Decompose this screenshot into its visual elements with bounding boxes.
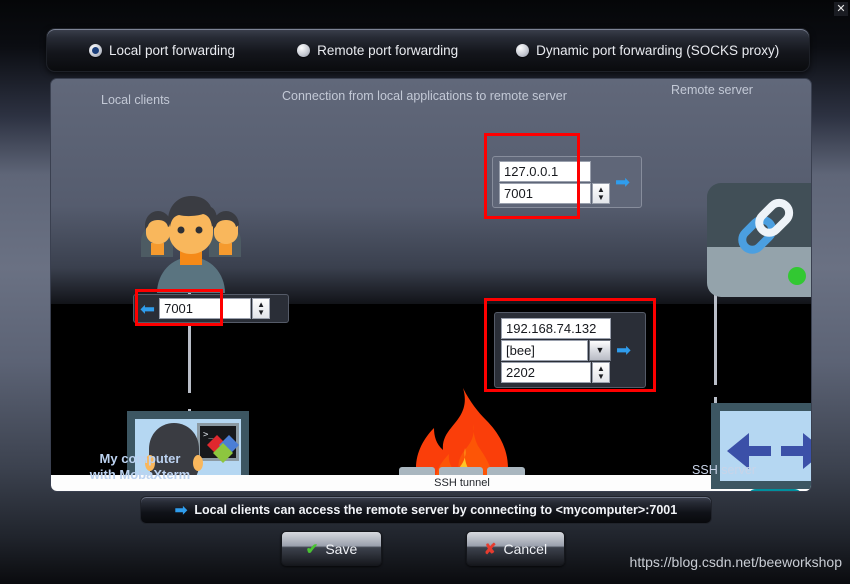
forwarded-port-spinner[interactable]: ▲ ▼ [592,182,610,204]
spinner-down-icon[interactable]: ▼ [597,193,605,201]
forwarded-host-input[interactable] [499,160,591,182]
local-clients-icon [127,185,255,293]
radio-icon[interactable] [89,43,102,57]
status-bar: ➡ Local clients can access the remote se… [140,496,712,524]
mode-option-label: Local port forwarding [109,42,236,58]
remote-target-group: ▼ ▲ ▼ ➡ [494,312,646,388]
window-close-button[interactable]: ✕ [834,2,848,16]
label-ssh-tunnel: SSH tunnel [434,477,490,489]
remote-port-spinner[interactable]: ▲ ▼ [592,361,610,383]
save-button-label: Save [325,540,358,557]
forwarded-host-port-group: ▲ ▼ ➡ [492,156,642,208]
spinner-up-icon[interactable]: ▲ [257,301,265,309]
mode-option-label: Dynamic port forwarding (SOCKS proxy) [536,42,780,58]
cancel-button[interactable]: ✘ Cancel [466,531,565,566]
radio-icon[interactable] [516,43,530,57]
local-port-group: ⬅ ▲ ▼ [133,294,289,323]
radio-icon[interactable] [297,43,311,57]
spinner-up-icon[interactable]: ▲ [597,185,605,193]
forwarding-mode-bar: Local port forwarding Remote port forwar… [46,28,810,72]
remote-user-row: ▼ [501,339,611,361]
spinner-up-icon[interactable]: ▲ [597,364,605,372]
tunnel-diagram-panel: Local clients Connection from local appl… [50,78,812,492]
spinner-down-icon[interactable]: ▼ [257,309,265,317]
mode-option-local-port-forwarding[interactable]: Local port forwarding [89,43,235,58]
ssh-server-icon [709,401,811,491]
mode-option-dynamic-port-forwarding[interactable]: Dynamic port forwarding (SOCKS proxy) [516,43,779,58]
label-local-clients: Local clients [101,93,170,107]
local-port-input[interactable] [159,298,252,319]
label-my-computer-line2: with MobaXterm [89,467,191,482]
remote-target-fields: ▼ ▲ ▼ [501,317,611,383]
remote-port-input[interactable] [501,361,591,383]
watermark-text: https://blog.csdn.net/beeworkshop [629,554,842,570]
mode-option-remote-port-forwarding[interactable]: Remote port forwarding [297,43,458,58]
save-button[interactable]: ✔ Save [281,531,382,566]
remote-user-dropdown-button[interactable]: ▼ [589,339,611,361]
chevron-down-icon[interactable]: ▼ [596,345,605,355]
remote-server-icon [705,181,811,299]
remote-direction-arrow-icon: ➡ [616,340,632,360]
status-arrow-icon: ➡ [174,502,188,519]
forwarded-fields: ▲ ▼ [499,160,610,204]
svg-text:>_: >_ [203,430,214,440]
local-direction-arrow-icon: ⬅ [140,298,156,319]
forwarded-port-input[interactable] [499,182,591,204]
local-port-spinner[interactable]: ▲ ▼ [252,298,271,319]
label-ssh-server: SSH server [692,463,756,477]
label-connection: Connection from local applications to re… [282,89,567,103]
mode-option-label: Remote port forwarding [317,42,459,58]
forwarded-port-row: ▲ ▼ [499,182,610,204]
forwarded-direction-arrow-icon: ➡ [615,172,631,192]
forwarded-host-row [499,160,610,182]
status-bar-text: Local clients can access the remote serv… [194,503,678,517]
remote-host-row [501,317,611,339]
remote-user-input[interactable] [501,339,588,361]
label-my-computer-line1: My computer [99,451,181,466]
cancel-button-label: Cancel [503,540,548,557]
checkmark-icon: ✔ [305,540,319,558]
label-remote-server: Remote server [671,83,753,97]
spinner-down-icon[interactable]: ▼ [597,372,605,380]
remote-port-row: ▲ ▼ [501,361,611,383]
cross-icon: ✘ [483,540,497,558]
remote-host-input[interactable] [501,317,611,339]
ssh-server-dock-icon [750,489,800,491]
